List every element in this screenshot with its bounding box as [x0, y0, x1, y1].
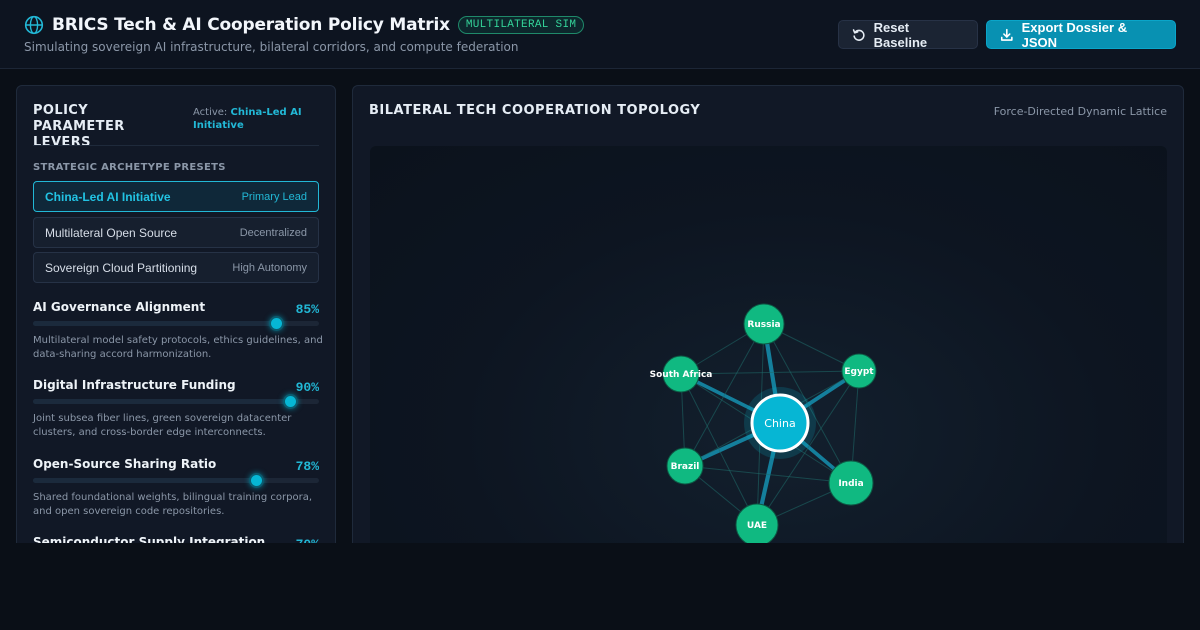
export-dossier-label: Export Dossier & JSON: [1021, 19, 1128, 50]
topology-title: BILATERAL TECH COOPERATION TOPOLOGY: [369, 103, 701, 118]
lever-open-source-sharing: Open-Source Sharing Ratio 78% Shared fou…: [33, 457, 319, 517]
preset-tag: Primary Lead: [241, 190, 307, 203]
app-subtitle: Simulating sovereign AI infrastructure, …: [24, 40, 519, 54]
node-label: India: [838, 479, 863, 489]
node-brazil[interactable]: Brazil: [666, 447, 704, 485]
preset-tag: Decentralized: [239, 226, 307, 239]
app-title: BRICS Tech & AI Cooperation Policy Matri…: [52, 15, 450, 35]
layout-mode-label: Force-Directed Dynamic Lattice: [993, 105, 1167, 118]
brand: BRICS Tech & AI Cooperation Policy Matri…: [24, 15, 585, 35]
slider-fill: [33, 399, 291, 404]
preset-china-led[interactable]: China-Led AI Initiative Primary Lead: [33, 181, 319, 212]
slider-handle[interactable]: [249, 473, 265, 488]
node-label: China: [764, 417, 795, 430]
reset-baseline-button[interactable]: Reset Baseline: [838, 19, 978, 50]
node-label: South Africa: [650, 370, 713, 380]
active-label: Active:: [193, 107, 228, 118]
preset-name: Sovereign Cloud Partitioning: [45, 260, 198, 275]
slider-track[interactable]: [33, 316, 319, 331]
lever-value: 85%: [295, 302, 319, 317]
slider-fill: [33, 321, 277, 326]
lever-description: Shared foundational weights, bilingual t…: [33, 492, 313, 517]
top-bar: BRICS Tech & AI Cooperation Policy Matri…: [0, 0, 1200, 69]
node-china[interactable]: China: [744, 387, 816, 459]
network-graph: China Russia Egypt South Africa Brazil India U…: [650, 303, 877, 547]
globe-icon: [24, 15, 44, 35]
lever-description: Joint subsea fiber lines, green sovereig…: [33, 413, 292, 438]
slider-handle[interactable]: [269, 316, 285, 331]
slider-handle[interactable]: [283, 394, 299, 409]
simulation-badge: MULTILATERAL SIM: [457, 16, 585, 34]
lever-value: 78%: [295, 459, 319, 474]
slider-track[interactable]: [33, 473, 319, 488]
lever-name: Open-Source Sharing Ratio: [33, 457, 217, 471]
download-icon: [1000, 28, 1013, 41]
lever-name: Digital Infrastructure Funding: [33, 378, 236, 392]
preset-multilateral-open-source[interactable]: Multilateral Open Source Decentralized: [33, 217, 319, 248]
lever-value: 90%: [295, 380, 319, 395]
lever-name: AI Governance Alignment: [33, 300, 206, 314]
preset-name: China-Led AI Initiative: [45, 189, 171, 204]
active-preset-indicator: Active: China-Led AI Initiative: [193, 106, 323, 132]
slider-track[interactable]: [33, 394, 319, 409]
node-russia[interactable]: Russia: [743, 303, 785, 345]
lever-digital-infrastructure: Digital Infrastructure Funding 90% Joint…: [33, 378, 319, 438]
slider-fill: [33, 478, 257, 483]
node-label: Egypt: [844, 367, 874, 377]
topology-panel: BILATERAL TECH COOPERATION TOPOLOGY Forc…: [352, 85, 1184, 555]
panel-title: POLICY PARAMETER LEVERS: [33, 103, 125, 150]
reset-icon: [852, 28, 865, 41]
node-india[interactable]: India: [828, 460, 874, 506]
viewport-footer: [0, 543, 1200, 630]
preset-sovereign-cloud[interactable]: Sovereign Cloud Partitioning High Autono…: [33, 252, 319, 283]
preset-tag: High Autonomy: [232, 261, 307, 274]
preset-name: Multilateral Open Source: [45, 225, 178, 240]
node-egypt[interactable]: Egypt: [841, 353, 877, 389]
node-label: UAE: [747, 521, 767, 531]
node-uae[interactable]: UAE: [735, 503, 779, 547]
node-label: Russia: [747, 320, 780, 330]
node-label: Brazil: [671, 462, 700, 472]
topology-canvas[interactable]: China Russia Egypt South Africa Brazil India U…: [370, 146, 1167, 554]
divider: [33, 145, 319, 146]
lever-ai-governance: AI Governance Alignment 85% Multilateral…: [33, 300, 323, 360]
export-dossier-button[interactable]: Export Dossier & JSON: [986, 19, 1176, 50]
lever-description: Multilateral model safety protocols, eth…: [33, 335, 323, 360]
presets-section-label: STRATEGIC ARCHETYPE PRESETS: [33, 162, 226, 173]
policy-levers-panel: POLICY PARAMETER LEVERS Active: China-Le…: [16, 85, 336, 555]
reset-baseline-label: Reset Baseline: [873, 19, 928, 50]
